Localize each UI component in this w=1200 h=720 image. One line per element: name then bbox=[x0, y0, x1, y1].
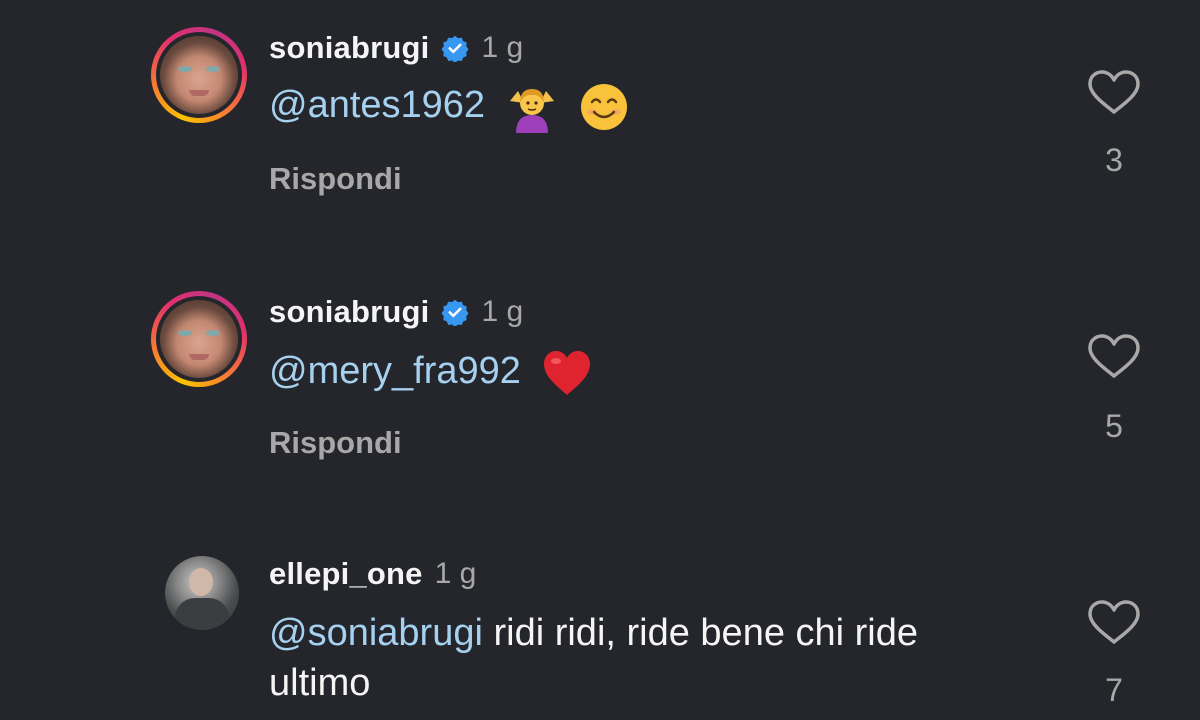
username[interactable]: soniabrugi bbox=[269, 294, 429, 330]
verified-badge-icon bbox=[441, 299, 469, 326]
comment-time: 1 g bbox=[481, 295, 524, 328]
heart-outline-icon[interactable] bbox=[1082, 68, 1146, 116]
avatar[interactable] bbox=[165, 556, 239, 630]
mention-link[interactable]: @antes1962 bbox=[269, 84, 485, 126]
smiling-face-emoji bbox=[581, 83, 628, 130]
comment-text: @soniabrugi ridi ridi, ride bene chi rid… bbox=[269, 608, 969, 708]
comment-text: @antes1962 bbox=[269, 80, 969, 133]
comment-header: ellepi_one 1 g bbox=[269, 554, 476, 594]
heart-outline-icon[interactable] bbox=[1082, 598, 1146, 646]
verified-badge-icon bbox=[441, 35, 469, 62]
username[interactable]: ellepi_one bbox=[269, 556, 423, 592]
like-count: 5 bbox=[1105, 408, 1123, 444]
comments-screen: soniabrugi 1 g @antes1962 Rispondi 3 son… bbox=[0, 0, 1200, 720]
mention-link[interactable]: @mery_fra992 bbox=[269, 350, 521, 392]
comment-header: soniabrugi 1 g bbox=[269, 292, 523, 332]
red-heart-emoji bbox=[544, 350, 591, 395]
reply-button[interactable]: Rispondi bbox=[269, 161, 402, 197]
heart-outline-icon[interactable] bbox=[1082, 332, 1146, 380]
like-count: 7 bbox=[1105, 672, 1123, 708]
comment-time: 1 g bbox=[434, 557, 477, 590]
mention-link[interactable]: @soniabrugi bbox=[269, 612, 483, 654]
avatar[interactable] bbox=[151, 291, 247, 387]
comment-time: 1 g bbox=[481, 31, 524, 64]
comment-text: @mery_fra992 bbox=[269, 346, 969, 399]
like-count: 3 bbox=[1105, 142, 1123, 178]
avatar[interactable] bbox=[151, 27, 247, 123]
username[interactable]: soniabrugi bbox=[269, 30, 429, 66]
comment-header: soniabrugi 1 g bbox=[269, 28, 523, 68]
woman-shrugging-emoji bbox=[509, 88, 554, 133]
reply-button[interactable]: Rispondi bbox=[269, 425, 402, 461]
